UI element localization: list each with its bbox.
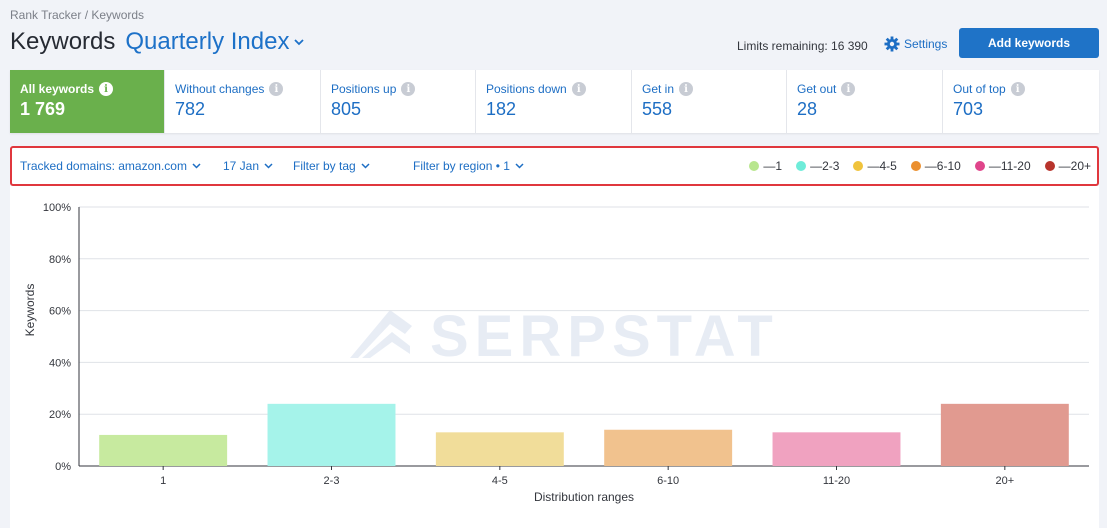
x-tick-label: 1 bbox=[160, 475, 166, 487]
filter-label: Tracked domains: amazon.com bbox=[20, 159, 187, 173]
tab-positions-down[interactable]: Positions down i 182 bbox=[476, 70, 632, 133]
filter-label: Filter by region • 1 bbox=[413, 159, 510, 173]
settings-link[interactable]: Settings bbox=[884, 36, 947, 52]
project-name: Quarterly Index bbox=[125, 28, 290, 55]
y-axis-label: Keywords bbox=[23, 284, 37, 337]
tab-value: 1 769 bbox=[20, 99, 66, 119]
legend-item[interactable]: —2-3 bbox=[796, 159, 839, 173]
legend-item[interactable]: —11-20 bbox=[974, 159, 1031, 173]
add-keywords-button[interactable]: Add keywords bbox=[959, 28, 1099, 58]
tab-label: Get in bbox=[642, 82, 675, 96]
settings-label: Settings bbox=[904, 37, 948, 51]
tab-value: 182 bbox=[486, 99, 517, 119]
tab-value: 703 bbox=[953, 99, 984, 119]
legend-item[interactable]: —1 bbox=[749, 159, 782, 173]
filter-label: Filter by tag bbox=[293, 159, 356, 173]
bar-4-5[interactable] bbox=[435, 432, 564, 466]
gear-icon bbox=[884, 36, 900, 52]
bar-20+[interactable] bbox=[940, 403, 1069, 466]
page-title: Keywords bbox=[10, 28, 116, 55]
legend-label: —6-10 bbox=[924, 159, 961, 173]
tab-positions-up[interactable]: Positions up i 805 bbox=[321, 70, 476, 133]
info-icon: i bbox=[571, 82, 586, 96]
y-tick-label: 80% bbox=[49, 254, 71, 266]
y-tick-label: 20% bbox=[49, 409, 71, 421]
chevron-down-icon bbox=[264, 163, 273, 169]
info-icon: i bbox=[269, 82, 284, 96]
legend-label: —20+ bbox=[1058, 159, 1091, 173]
chart-legend: —1 —2-3 —4-5 —6-10 —11-20 —20+ bbox=[735, 159, 1091, 173]
legend-label: —1 bbox=[763, 159, 783, 173]
bar-2-3[interactable] bbox=[267, 403, 396, 466]
limits-remaining: Limits remaining: 16 390 bbox=[737, 39, 868, 53]
watermark-text: SERPSTAT bbox=[430, 304, 779, 369]
watermark-logo bbox=[350, 310, 412, 358]
date-filter[interactable]: 17 Jan bbox=[223, 159, 273, 173]
legend-dot bbox=[853, 161, 864, 171]
legend-label: —4-5 bbox=[867, 159, 897, 173]
tab-value: 28 bbox=[797, 99, 818, 119]
tab-get-out[interactable]: Get out i 28 bbox=[787, 70, 943, 133]
tab-value: 782 bbox=[175, 99, 206, 119]
chevron-down-icon bbox=[192, 163, 201, 169]
breadcrumb[interactable]: Rank Tracker / Keywords bbox=[10, 8, 144, 22]
legend-dot bbox=[1044, 161, 1055, 171]
keyword-tabs: All keywords i 1 769 Without changes i 782… bbox=[10, 70, 1099, 133]
tab-label: Out of top bbox=[953, 82, 1006, 96]
y-tick-label: 60% bbox=[49, 306, 71, 318]
tab-value: 805 bbox=[331, 99, 362, 119]
chevron-down-icon bbox=[294, 38, 305, 45]
chart-canvas: SERPSTAT 0% 20% 40% 60% 80% 100% 1 2-3 4-5 6-10 11… bbox=[23, 202, 1089, 504]
filter-bar: Tracked domains: amazon.com 17 Jan Filte… bbox=[10, 146, 1099, 186]
bar-11-20[interactable] bbox=[772, 432, 901, 466]
info-icon: i bbox=[401, 82, 416, 96]
bar-6-10[interactable] bbox=[604, 429, 733, 466]
legend-dot bbox=[796, 161, 807, 171]
legend-dot bbox=[749, 161, 760, 171]
project-selector[interactable]: Quarterly Index bbox=[125, 28, 305, 56]
distribution-chart: SERPSTAT 0% 20% 40% 60% 80% 100% 1 2-3 4-5 6-10 11… bbox=[10, 186, 1099, 528]
info-icon: i bbox=[841, 82, 856, 96]
x-tick-label: 6-10 bbox=[657, 475, 679, 487]
serpstat-watermark: SERPSTAT bbox=[350, 304, 779, 369]
info-icon: i bbox=[679, 82, 694, 96]
info-icon: i bbox=[1010, 82, 1025, 96]
tab-label: Positions up bbox=[331, 82, 397, 96]
tab-all-keywords[interactable]: All keywords i 1 769 bbox=[10, 70, 165, 133]
x-tick-label: 20+ bbox=[995, 475, 1014, 487]
y-tick-label: 100% bbox=[43, 202, 71, 214]
tab-label: Get out bbox=[797, 82, 837, 96]
tab-label: Positions down bbox=[486, 82, 567, 96]
y-tick-label: 0% bbox=[55, 461, 71, 473]
bar-1[interactable] bbox=[99, 434, 228, 466]
chart-bars bbox=[99, 403, 1069, 466]
x-tick-label: 11-20 bbox=[823, 475, 850, 487]
tab-label: All keywords bbox=[20, 82, 95, 96]
tag-filter[interactable]: Filter by tag bbox=[293, 159, 370, 173]
x-axis-label: Distribution ranges bbox=[534, 490, 634, 504]
x-tick-label: 2-3 bbox=[324, 475, 340, 487]
tab-out-of-top[interactable]: Out of top i 703 bbox=[943, 70, 1099, 133]
tab-label: Without changes bbox=[175, 82, 265, 96]
legend-label: —2-3 bbox=[810, 159, 840, 173]
legend-dot bbox=[974, 161, 985, 171]
tracked-domains-filter[interactable]: Tracked domains: amazon.com bbox=[20, 159, 201, 173]
chevron-down-icon bbox=[361, 163, 370, 169]
tab-value: 558 bbox=[642, 99, 673, 119]
tab-get-in[interactable]: Get in i 558 bbox=[632, 70, 787, 133]
legend-item[interactable]: —6-10 bbox=[910, 159, 961, 173]
filter-label: 17 Jan bbox=[223, 159, 260, 173]
legend-dot bbox=[910, 161, 921, 171]
y-tick-label: 40% bbox=[49, 357, 71, 369]
region-filter[interactable]: Filter by region • 1 bbox=[413, 159, 524, 173]
x-tick-label: 4-5 bbox=[492, 475, 508, 487]
legend-label: —11-20 bbox=[988, 159, 1031, 173]
info-icon: i bbox=[99, 82, 114, 96]
legend-item[interactable]: —4-5 bbox=[853, 159, 897, 173]
chevron-down-icon bbox=[515, 163, 524, 169]
tab-without-changes[interactable]: Without changes i 782 bbox=[165, 70, 321, 133]
legend-item[interactable]: —20+ bbox=[1044, 159, 1091, 173]
